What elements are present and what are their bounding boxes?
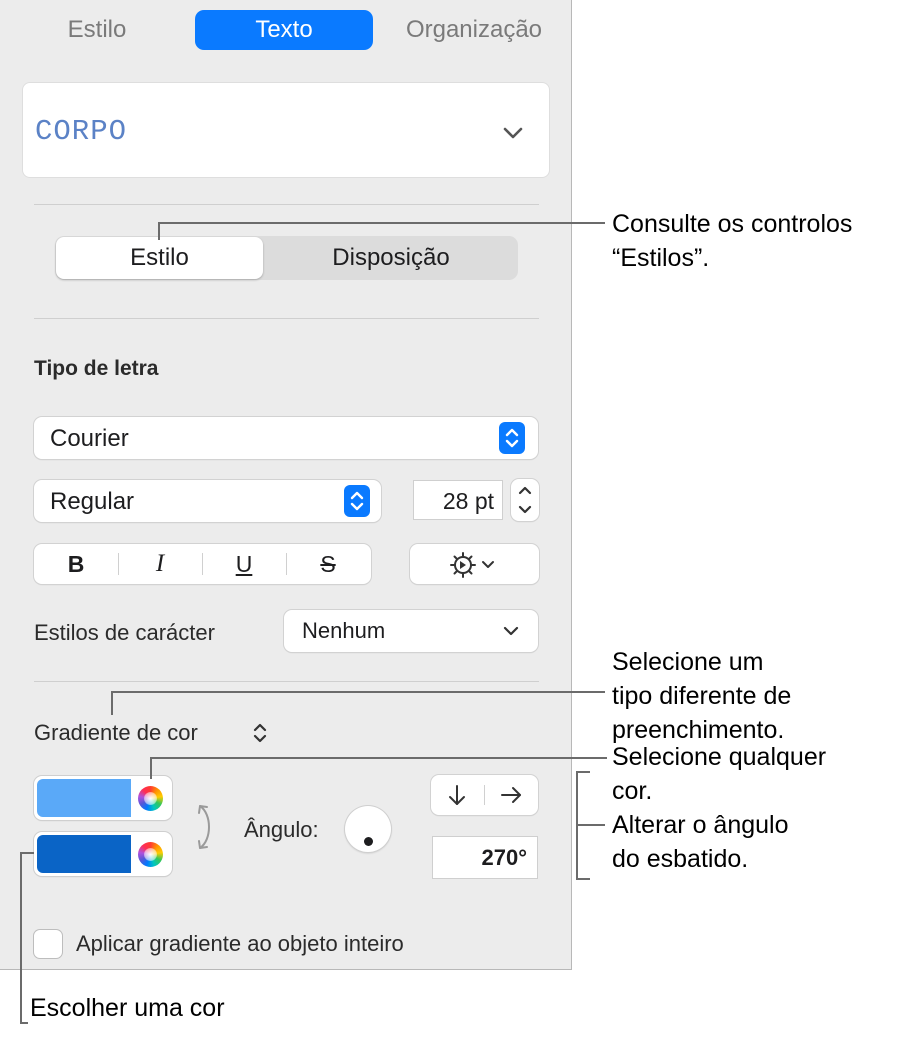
gradient-end-color-well[interactable] <box>34 832 172 876</box>
arrow-down-icon[interactable] <box>445 783 469 807</box>
underline-button[interactable]: U <box>202 544 286 584</box>
callout-angle: Alterar o ângulo do esbatido. <box>612 808 789 876</box>
callout-line <box>20 852 22 1024</box>
font-family-popup[interactable]: Courier <box>34 417 538 459</box>
stepper-arrows-icon <box>518 486 532 514</box>
bold-button[interactable]: B <box>34 544 118 584</box>
callout-text: Selecione qualquer <box>612 743 827 771</box>
callout-color: Escolher uma cor <box>30 991 225 1025</box>
callout-text: do esbatido. <box>612 845 749 873</box>
apply-gradient-checkbox[interactable] <box>34 930 62 958</box>
callout-text: cor. <box>612 777 653 805</box>
swap-colors-icon[interactable] <box>194 800 218 854</box>
character-styles-popup[interactable]: Nenhum <box>284 610 538 652</box>
chevron-down-icon <box>503 127 523 139</box>
style-layout-segmented-control: Estilo Disposição <box>55 236 518 280</box>
gradient-direction-buttons <box>431 775 538 815</box>
angle-field[interactable]: 270° <box>432 836 538 879</box>
angle-label: Ângulo: <box>244 817 319 842</box>
popup-arrows-icon <box>499 422 525 454</box>
advanced-options-button[interactable] <box>410 544 539 584</box>
typeface-popup[interactable]: Regular <box>34 480 381 522</box>
color-wheel-icon[interactable] <box>138 842 163 867</box>
separator <box>484 785 485 805</box>
callout-text: Consulte os controlos <box>612 210 853 238</box>
callout-line <box>150 757 607 759</box>
callout-text: Alterar o ângulo <box>612 811 789 839</box>
callout-text: Selecione um <box>612 648 764 676</box>
arrow-right-icon[interactable] <box>499 783 523 807</box>
callout-line <box>20 852 34 854</box>
italic-button[interactable]: I <box>118 544 202 584</box>
callout-text: tipo diferente de <box>612 682 792 710</box>
callout-line <box>150 757 152 779</box>
callout-line <box>20 1022 28 1024</box>
tab-texto[interactable]: Texto <box>195 10 373 50</box>
callout-line <box>576 824 605 826</box>
font-size-field[interactable]: 28 pt <box>413 480 503 520</box>
font-size-value: 28 pt <box>442 488 494 514</box>
divider <box>34 681 539 682</box>
fill-type-popup[interactable]: Gradiente de cor <box>34 720 267 746</box>
segment-disposicao[interactable]: Disposição <box>264 237 518 279</box>
callout-text: Escolher uma cor <box>30 994 225 1022</box>
font-section-title: Tipo de letra <box>34 357 159 380</box>
callout-line <box>158 222 605 224</box>
popup-arrows-icon <box>344 485 370 517</box>
paragraph-style-selector[interactable]: CORPO <box>22 82 550 178</box>
typeface-value: Regular <box>50 488 135 515</box>
popup-arrows-icon <box>253 723 267 743</box>
format-sidebar: Estilo Texto Organização CORPO Estilo Di… <box>0 0 572 970</box>
tab-estilo[interactable]: Estilo <box>42 10 152 50</box>
character-styles-value: Nenhum <box>302 618 386 643</box>
divider <box>34 318 539 319</box>
gear-icon <box>450 552 494 578</box>
tab-organizacao[interactable]: Organização <box>388 10 560 50</box>
callout-line <box>111 691 113 715</box>
callout-fill-type: Selecione um tipo diferente de preenchim… <box>612 645 791 747</box>
callout-styles: Consulte os controlos “Estilos”. <box>612 207 852 275</box>
segment-estilo[interactable]: Estilo <box>56 237 263 279</box>
angle-knob[interactable] <box>345 806 391 852</box>
angle-indicator <box>364 837 373 846</box>
callout-bracket <box>576 878 590 880</box>
callout-text: “Estilos”. <box>612 244 710 272</box>
apply-gradient-label: Aplicar gradiente ao objeto inteiro <box>76 931 404 956</box>
angle-value: 270° <box>481 845 527 870</box>
character-styles-label: Estilos de carácter <box>34 620 215 645</box>
chevron-down-icon <box>503 626 519 636</box>
callout-any-color: Selecione qualquer cor. <box>612 740 826 808</box>
strikethrough-button[interactable]: S <box>286 544 370 584</box>
callout-bracket <box>576 771 590 773</box>
divider <box>34 204 539 205</box>
gradient-start-color[interactable] <box>37 779 131 817</box>
fill-type-value: Gradiente de cor <box>34 720 198 745</box>
font-size-stepper[interactable] <box>511 479 539 521</box>
callout-line <box>111 691 605 693</box>
gradient-start-color-well[interactable] <box>34 776 172 820</box>
color-wheel-icon[interactable] <box>138 786 163 811</box>
gradient-end-color[interactable] <box>37 835 131 873</box>
font-family-value: Courier <box>50 425 129 452</box>
callout-line <box>158 222 160 240</box>
paragraph-style-name: CORPO <box>35 115 128 148</box>
